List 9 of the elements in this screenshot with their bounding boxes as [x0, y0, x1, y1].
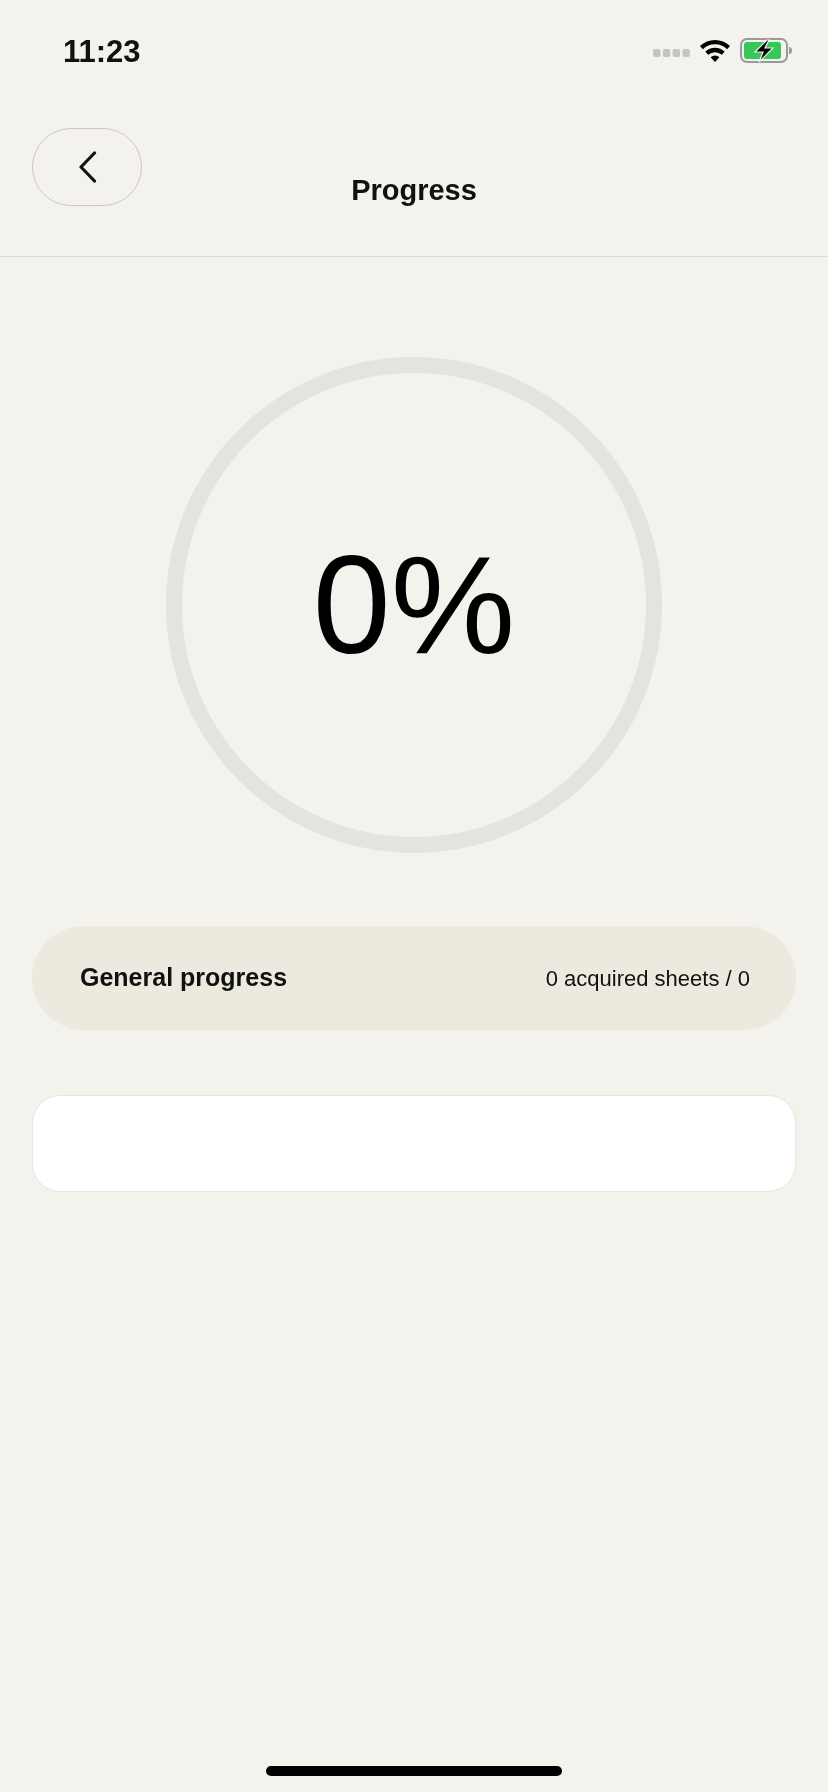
- cellular-signal-icon: [653, 49, 690, 57]
- acquired-sheets-count: 0 acquired sheets / 0: [545, 964, 750, 993]
- chevron-left-icon: [77, 151, 97, 183]
- progress-percentage: 0%: [312, 535, 516, 675]
- wifi-icon: [699, 38, 731, 62]
- battery-charging-icon: [740, 37, 792, 63]
- page-title: Progress: [351, 173, 477, 208]
- status-time: 11:23: [63, 35, 141, 67]
- general-progress-label: General progress: [80, 962, 288, 994]
